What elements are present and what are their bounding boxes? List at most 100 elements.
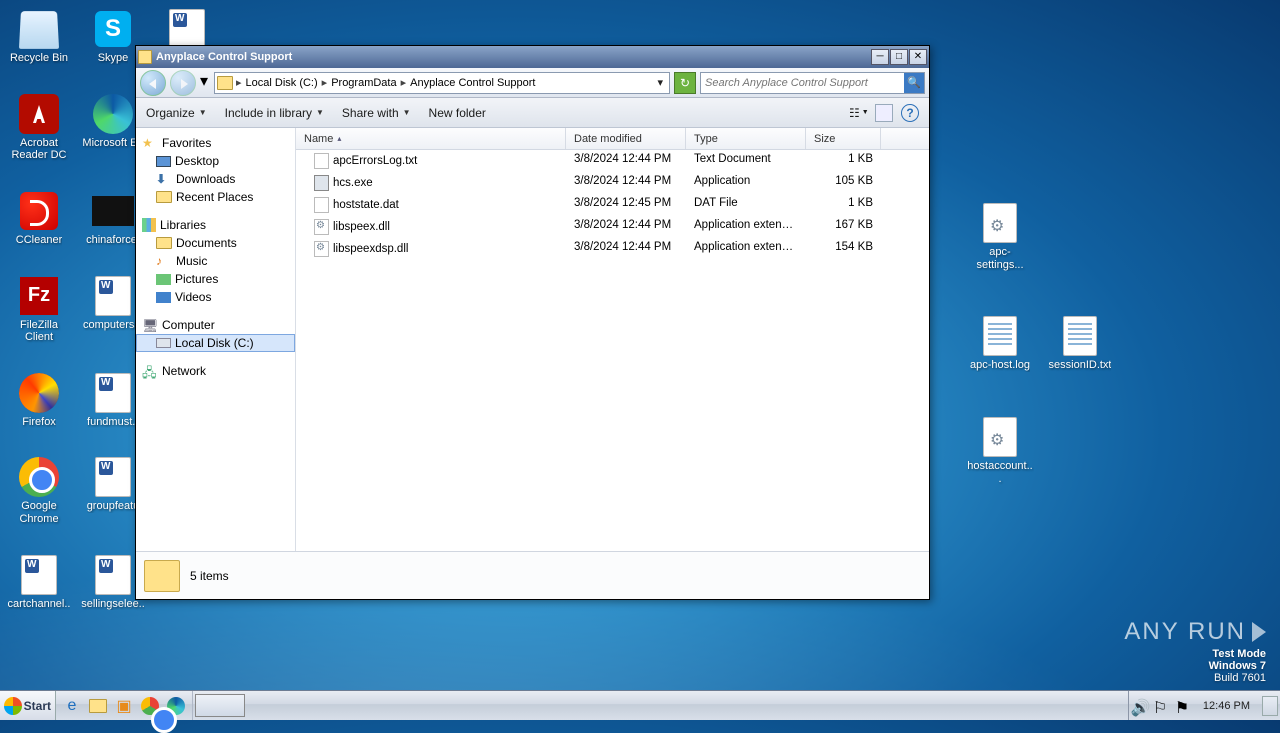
file-name: libspeexdsp.dll xyxy=(333,243,408,255)
ie-icon[interactable]: e xyxy=(60,694,84,718)
include-library-menu[interactable]: Include in library▼ xyxy=(225,106,324,120)
file-icon xyxy=(314,197,329,213)
new-folder-button[interactable]: New folder xyxy=(429,106,486,120)
anyrun-watermark: ANY RUN xyxy=(1124,618,1266,646)
col-spacer xyxy=(881,128,929,149)
file-list: apcErrorsLog.txt 3/8/2024 12:44 PM Text … xyxy=(296,150,929,551)
nav-recent[interactable]: Recent Places xyxy=(136,188,295,206)
file-type: Application xyxy=(686,175,806,191)
status-text: 5 items xyxy=(190,569,229,583)
folder-icon xyxy=(144,560,180,592)
file-row[interactable]: apcErrorsLog.txt 3/8/2024 12:44 PM Text … xyxy=(296,150,929,172)
favorites-header[interactable]: ★Favorites xyxy=(136,134,295,152)
organize-menu[interactable]: Organize▼ xyxy=(146,106,207,120)
show-desktop-button[interactable] xyxy=(1262,696,1278,716)
breadcrumb-seg[interactable]: ProgramData xyxy=(328,77,399,89)
desktop-icon[interactable]: cartchannel.. xyxy=(4,552,74,613)
flag-icon[interactable]: ⚑ xyxy=(1175,698,1191,714)
windows-watermark: Test Mode Windows 7 Build 7601 xyxy=(1209,648,1266,684)
search-icon[interactable]: 🔍 xyxy=(904,73,924,93)
desktop-icon[interactable]: sessionID.txt xyxy=(1040,313,1120,374)
network-header[interactable]: 🖧Network xyxy=(136,362,295,380)
folder-icon xyxy=(217,76,233,90)
file-type: DAT File xyxy=(686,197,806,213)
file-date: 3/8/2024 12:44 PM xyxy=(566,219,686,235)
col-size[interactable]: Size xyxy=(806,128,881,149)
nav-videos[interactable]: Videos xyxy=(136,288,295,306)
refresh-button[interactable]: ↻ xyxy=(674,72,696,94)
taskbar-app[interactable] xyxy=(195,694,245,717)
col-type[interactable]: Type xyxy=(686,128,806,149)
nav-documents[interactable]: Documents xyxy=(136,234,295,252)
nav-pictures[interactable]: Pictures xyxy=(136,270,295,288)
desktop-icon[interactable]: hostaccount... xyxy=(960,414,1040,487)
nav-history-dropdown[interactable]: ▾ xyxy=(200,71,210,95)
desktop-icon[interactable]: Acrobat Reader DC xyxy=(4,91,74,164)
clock[interactable]: 12:46 PM xyxy=(1197,700,1256,712)
column-headers: Name Date modified Type Size xyxy=(296,128,929,150)
file-name: libspeex.dll xyxy=(333,221,390,233)
preview-pane-button[interactable] xyxy=(875,104,893,122)
chrome-icon[interactable] xyxy=(138,694,162,718)
desktop-icon[interactable]: Recycle Bin xyxy=(4,6,74,67)
computer-header[interactable]: 🖥Computer xyxy=(136,316,295,334)
search-field[interactable]: 🔍 xyxy=(700,72,925,94)
volume-icon[interactable]: 🔊 xyxy=(1131,698,1147,714)
file-icon xyxy=(314,241,329,257)
desktop-icon[interactable]: apc-settings... xyxy=(960,200,1040,273)
file-icon xyxy=(314,153,329,169)
maximize-button[interactable]: □ xyxy=(890,49,908,65)
file-icon xyxy=(314,175,329,191)
desktop-icon[interactable]: FzFileZilla Client xyxy=(4,273,74,346)
desktop-icon[interactable]: Google Chrome xyxy=(4,454,74,527)
explorer-icon[interactable] xyxy=(86,694,110,718)
file-type: Application extension xyxy=(686,241,806,257)
nav-downloads[interactable]: ⬇Downloads xyxy=(136,170,295,188)
breadcrumb-seg[interactable]: Anyplace Control Support xyxy=(407,77,538,89)
file-type: Application extension xyxy=(686,219,806,235)
titlebar[interactable]: Anyplace Control Support ─ □ ✕ xyxy=(136,46,929,68)
col-date[interactable]: Date modified xyxy=(566,128,686,149)
file-date: 3/8/2024 12:44 PM xyxy=(566,241,686,257)
view-options-button[interactable]: ☷▼ xyxy=(849,104,867,122)
file-row[interactable]: hcs.exe 3/8/2024 12:44 PM Application 10… xyxy=(296,172,929,194)
back-button[interactable] xyxy=(140,70,166,96)
start-button[interactable]: Start xyxy=(0,691,56,720)
file-icon xyxy=(314,219,329,235)
libraries-header[interactable]: Libraries xyxy=(136,216,295,234)
nav-local-disk-c[interactable]: Local Disk (C:) xyxy=(136,334,295,352)
file-row[interactable]: libspeexdsp.dll 3/8/2024 12:44 PM Applic… xyxy=(296,238,929,260)
help-button[interactable]: ? xyxy=(901,104,919,122)
file-name: hoststate.dat xyxy=(333,199,399,211)
share-with-menu[interactable]: Share with▼ xyxy=(342,106,411,120)
system-tray: 🔊 ⚐ ⚑ 12:46 PM xyxy=(1128,691,1280,720)
desktop-icon[interactable]: CCleaner xyxy=(4,188,74,249)
file-size: 1 KB xyxy=(806,197,881,213)
navigation-pane: ★Favorites Desktop ⬇Downloads Recent Pla… xyxy=(136,128,296,551)
quick-launch: e ▣ xyxy=(56,691,193,720)
col-name[interactable]: Name xyxy=(296,128,566,149)
desktop-icon[interactable]: apc-host.log xyxy=(960,313,1040,374)
file-row[interactable]: libspeex.dll 3/8/2024 12:44 PM Applicati… xyxy=(296,216,929,238)
forward-button[interactable] xyxy=(170,70,196,96)
file-size: 105 KB xyxy=(806,175,881,191)
taskbar: Start e ▣ 🔊 ⚐ ⚑ 12:46 PM xyxy=(0,690,1280,720)
nav-music[interactable]: ♪Music xyxy=(136,252,295,270)
file-date: 3/8/2024 12:44 PM xyxy=(566,153,686,169)
window-title: Anyplace Control Support xyxy=(156,51,292,63)
file-date: 3/8/2024 12:45 PM xyxy=(566,197,686,213)
breadcrumb-seg[interactable]: Local Disk (C:) xyxy=(243,77,321,89)
close-button[interactable]: ✕ xyxy=(909,49,927,65)
search-input[interactable] xyxy=(701,77,904,89)
file-size: 154 KB xyxy=(806,241,881,257)
file-name: apcErrorsLog.txt xyxy=(333,155,417,167)
media-player-icon[interactable]: ▣ xyxy=(112,694,136,718)
minimize-button[interactable]: ─ xyxy=(871,49,889,65)
desktop-icon[interactable]: Firefox xyxy=(4,370,74,431)
file-row[interactable]: hoststate.dat 3/8/2024 12:45 PM DAT File… xyxy=(296,194,929,216)
nav-desktop[interactable]: Desktop xyxy=(136,152,295,170)
breadcrumb-dropdown[interactable]: ▾ xyxy=(653,76,667,89)
file-size: 1 KB xyxy=(806,153,881,169)
breadcrumb-field[interactable]: ▸ Local Disk (C:) ▸ ProgramData ▸ Anypla… xyxy=(214,72,670,94)
action-center-icon[interactable]: ⚐ xyxy=(1153,698,1169,714)
